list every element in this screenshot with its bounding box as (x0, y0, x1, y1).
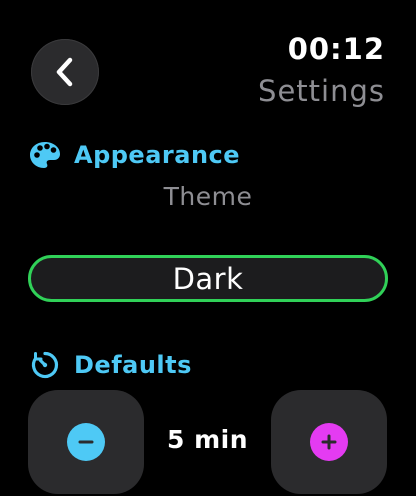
theme-label: Theme (163, 182, 253, 211)
plus-icon (310, 423, 348, 461)
default-duration-value: 5 min (166, 425, 248, 454)
clock-time: 00:12 (287, 32, 385, 66)
back-button[interactable] (31, 39, 99, 105)
minus-icon (67, 423, 105, 461)
appearance-section-header: Appearance (28, 138, 240, 172)
theme-selector-button[interactable]: Dark (28, 255, 388, 302)
timer-icon (28, 348, 62, 382)
appearance-section-label: Appearance (74, 141, 241, 169)
page-title: Settings (258, 74, 385, 108)
defaults-section-header: Defaults (28, 348, 192, 382)
defaults-section-label: Defaults (74, 351, 192, 379)
palette-icon (28, 138, 62, 172)
chevron-left-icon (56, 57, 73, 87)
theme-value: Dark (172, 261, 244, 296)
decrement-duration-button[interactable] (28, 390, 144, 494)
increment-duration-button[interactable] (271, 390, 387, 494)
